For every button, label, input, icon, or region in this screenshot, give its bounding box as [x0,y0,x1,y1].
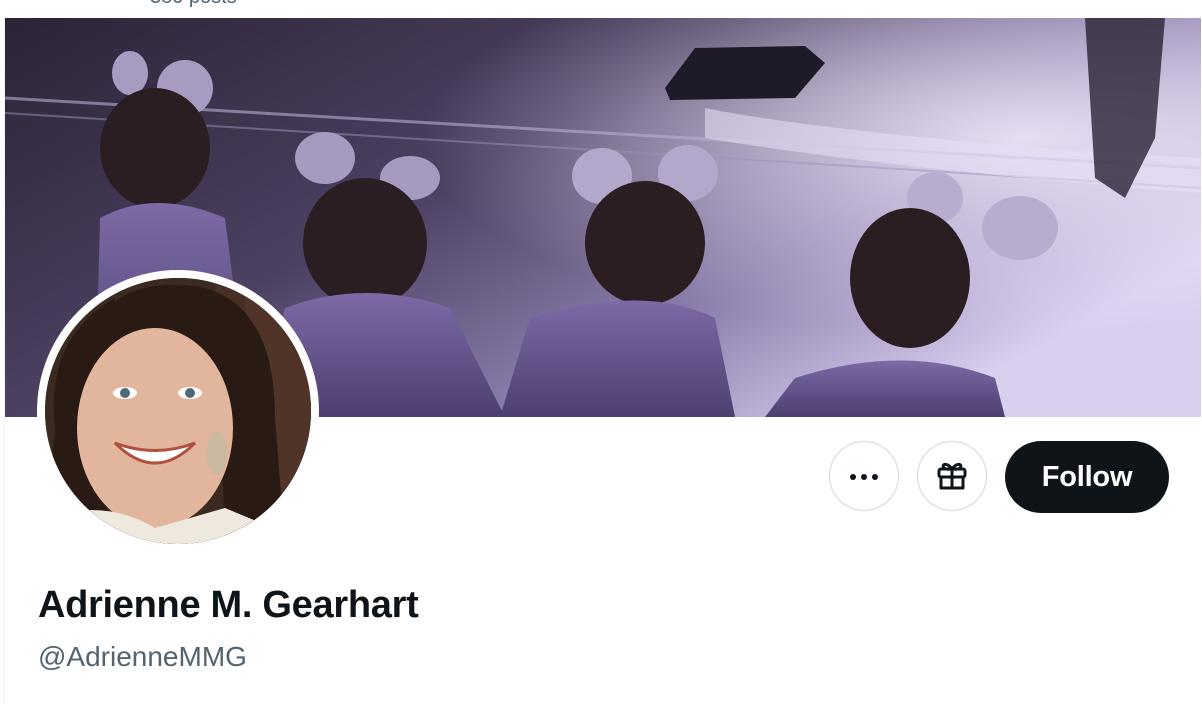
profile-page: 380 posts [0,0,1202,704]
avatar[interactable] [45,278,311,544]
user-handle: @AdrienneMMG [38,641,247,672]
gift-icon [935,458,969,495]
gift-button[interactable] [917,441,987,511]
post-count: 380 posts [150,0,237,9]
profile-header-bar: 380 posts [0,0,1202,18]
more-options-button[interactable] [829,441,899,511]
avatar-ring [37,270,319,552]
follow-button[interactable]: Follow [1005,441,1169,513]
more-horizontal-icon [848,469,880,484]
display-name: Adrienne M. Gearhart [38,584,419,626]
